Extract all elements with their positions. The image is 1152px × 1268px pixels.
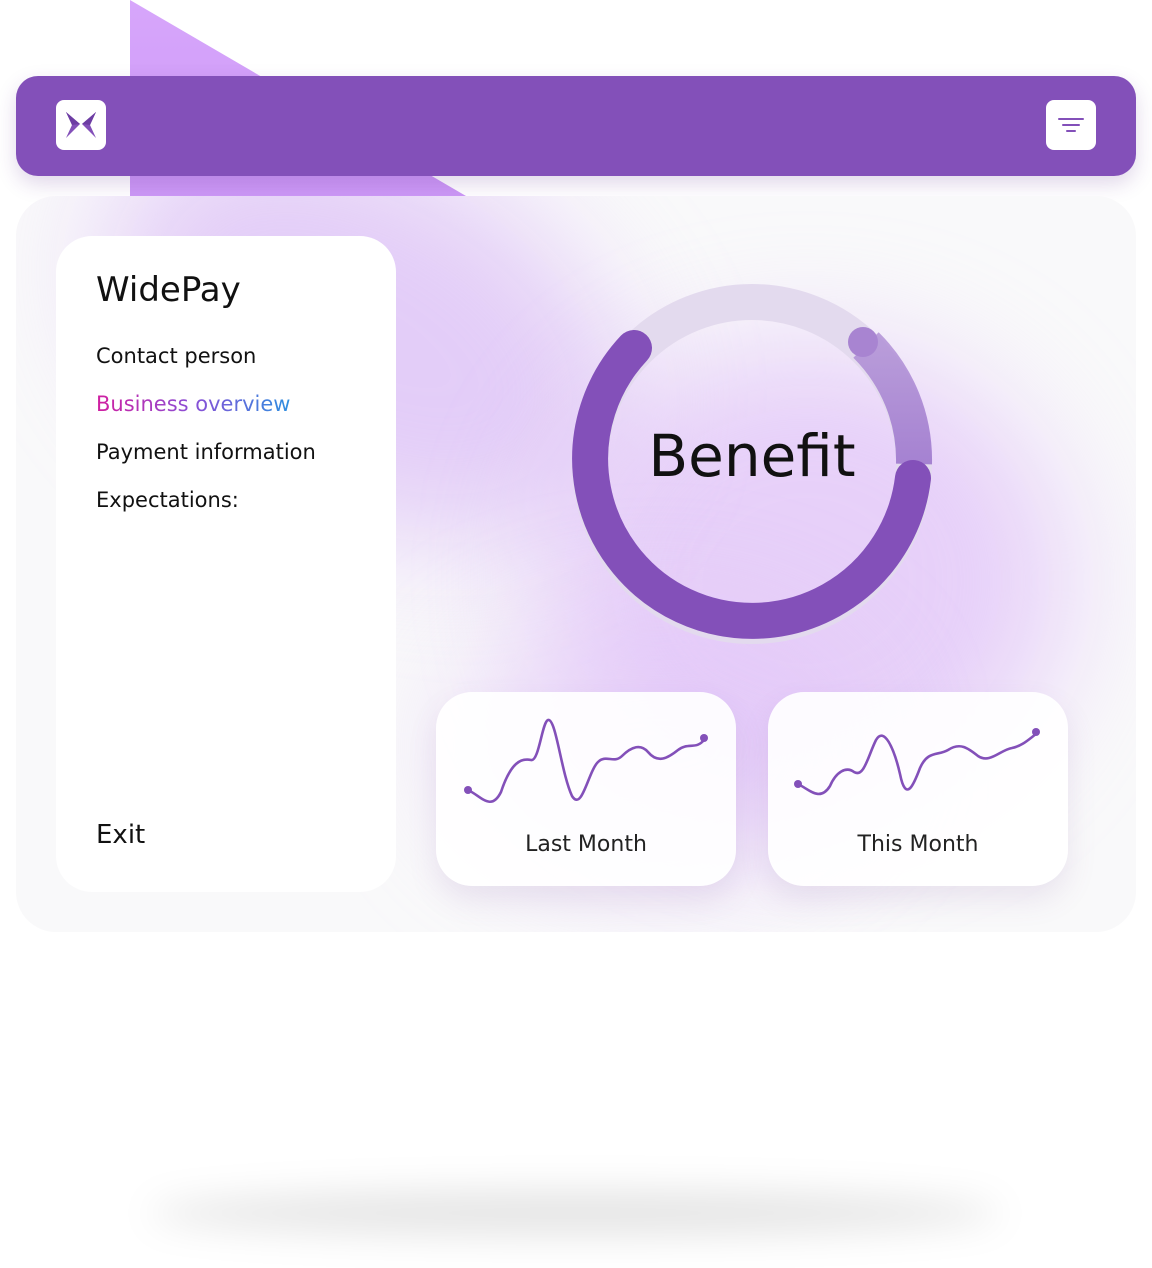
brand-name: WidePay (96, 270, 241, 310)
floor-shadow (150, 1190, 1000, 1236)
exit-button[interactable]: Exit (96, 820, 145, 850)
butterfly-logo-icon (66, 112, 96, 138)
logo-button[interactable] (56, 100, 106, 150)
card-label: Last Month (525, 832, 647, 857)
sidebar-item-expectations[interactable]: Expectations: (96, 488, 239, 512)
card-label: This Month (857, 832, 979, 857)
main-panel: WidePay Contact person Business overview… (16, 196, 1136, 932)
sidebar-item-contact-person[interactable]: Contact person (96, 344, 256, 368)
gauge-label: Benefit (648, 422, 856, 490)
sidebar: WidePay Contact person Business overview… (56, 236, 396, 892)
this-month-card[interactable]: This Month (768, 692, 1068, 886)
menu-button[interactable] (1046, 100, 1096, 150)
top-bar (16, 76, 1136, 176)
sidebar-item-business-overview[interactable]: Business overview (96, 392, 290, 416)
filter-menu-icon (1058, 118, 1084, 132)
sparkline-icon (794, 728, 1040, 796)
sparkline-icon (464, 718, 708, 804)
sidebar-item-payment-information[interactable]: Payment information (96, 440, 316, 464)
last-month-card[interactable]: Last Month (436, 692, 736, 886)
